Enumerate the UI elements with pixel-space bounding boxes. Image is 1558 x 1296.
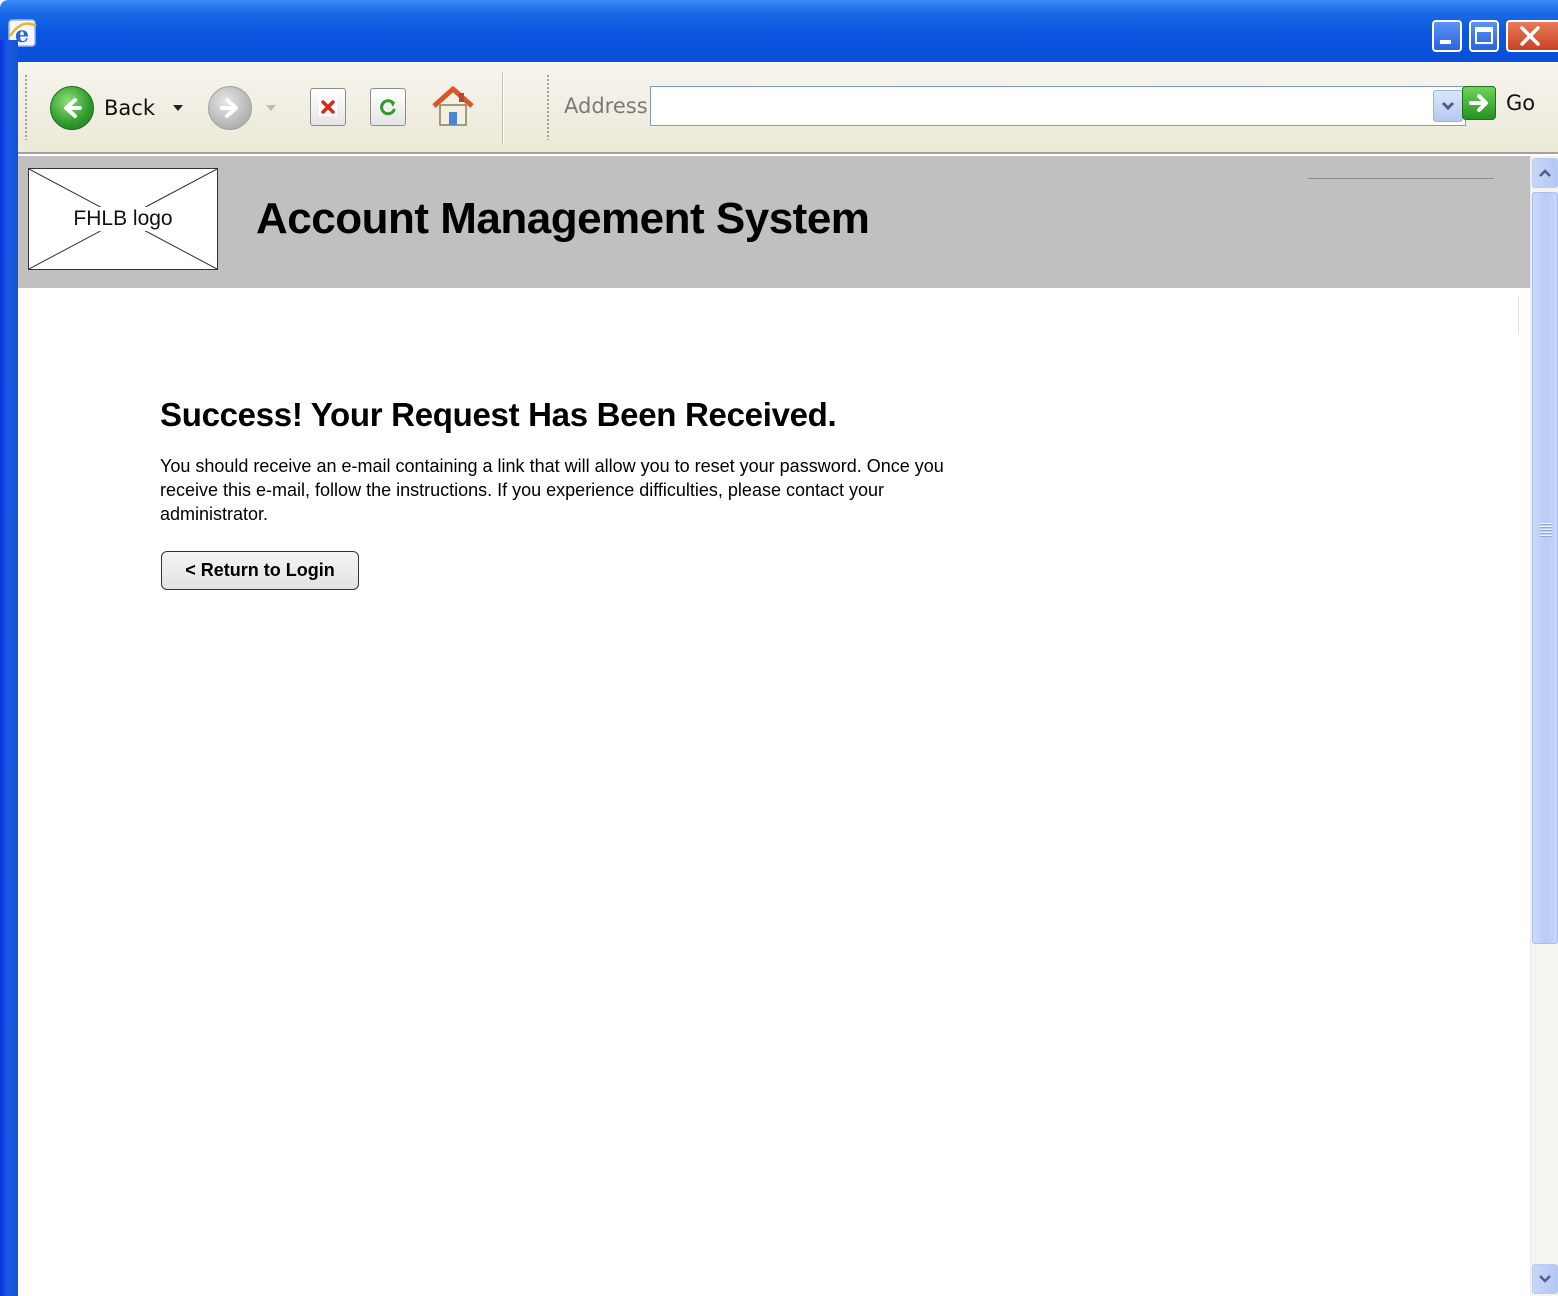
home-button[interactable] [428,82,478,137]
scrollbar-grip [1540,523,1552,537]
window-frame-left [0,40,18,1296]
success-message: You should receive an e-mail containing … [160,456,944,524]
go-label: Go [1506,91,1536,115]
page-header-banner: FHLB logo Account Management System [18,156,1530,288]
page-content: FHLB logo Account Management System Succ… [18,156,1530,1296]
logo-text-wrap: FHLB logo [29,169,217,269]
chevron-down-icon [1539,1275,1551,1283]
forward-button[interactable] [208,86,276,130]
return-to-login-button[interactable]: < Return to Login [161,551,359,590]
forward-arrow-icon [208,86,252,130]
address-dropdown-button[interactable] [1433,90,1463,122]
stop-button[interactable] [310,88,346,126]
back-button-label: Back [104,96,155,120]
back-button[interactable]: Back [50,82,183,134]
home-icon [428,82,478,137]
banner-divider [1308,178,1494,179]
back-dropdown-caret-icon[interactable] [172,105,183,111]
fhlb-logo-placeholder: FHLB logo [28,168,218,270]
address-label: Address [564,94,648,118]
go-arrow-icon [1462,86,1496,120]
page-title: Account Management System [256,194,870,243]
address-bar-grip[interactable] [546,74,550,140]
address-input[interactable] [650,86,1466,126]
scrollbar-thumb[interactable] [1532,192,1558,944]
scroll-down-button[interactable] [1532,1264,1558,1294]
go-button[interactable]: Go [1462,86,1535,120]
toolbar-grip[interactable] [24,74,28,140]
forward-dropdown-caret-icon[interactable] [266,105,276,111]
refresh-icon [370,88,406,126]
logo-text: FHLB logo [71,207,175,231]
chevron-up-icon [1539,169,1551,177]
stop-icon [310,88,346,126]
chevron-down-icon [1441,101,1455,111]
back-arrow-icon [50,86,94,130]
maximize-button[interactable] [1469,20,1499,52]
browser-toolbar: Back Address Go [18,62,1558,154]
window-title-bar: e [0,0,1558,62]
vertical-scrollbar[interactable] [1530,156,1558,1296]
minimize-button[interactable] [1432,20,1462,52]
success-heading: Success! Your Request Has Been Received. [160,396,837,433]
toolbar-separator [502,72,504,144]
close-button[interactable] [1506,20,1558,52]
refresh-button[interactable] [370,88,406,126]
scroll-up-button[interactable] [1532,158,1558,188]
content-divider [1518,296,1519,334]
